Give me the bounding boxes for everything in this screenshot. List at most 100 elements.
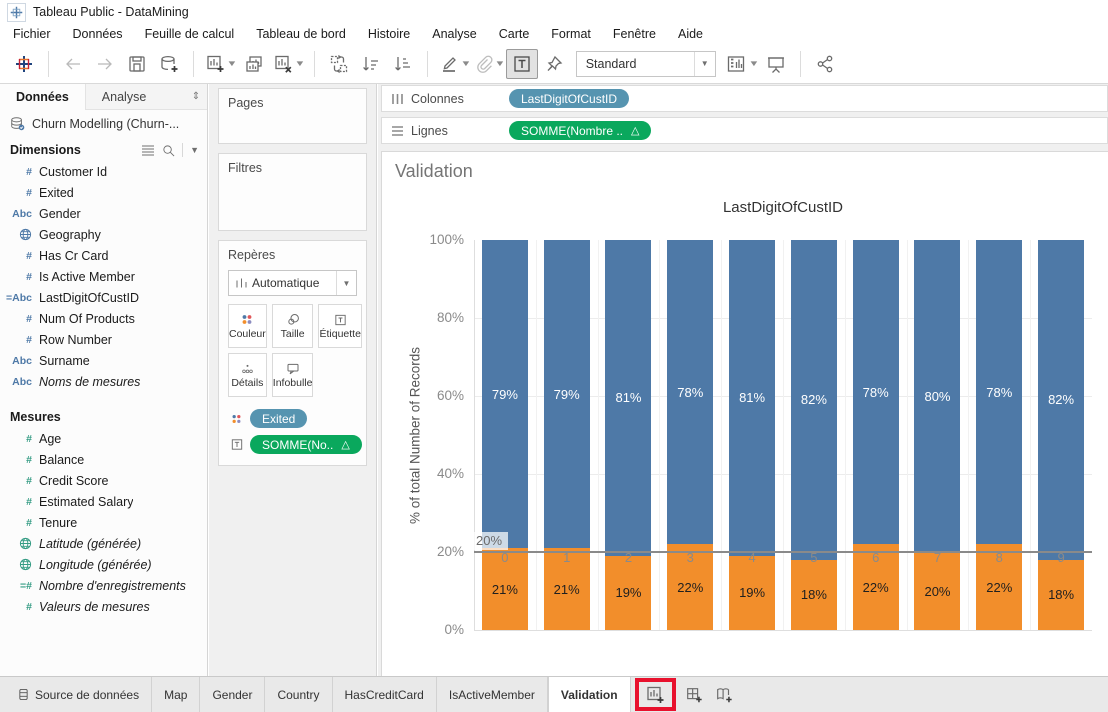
bar-segment-orange[interactable]: 19% [729, 556, 775, 630]
menu-histoire[interactable]: Histoire [357, 25, 421, 43]
bar-segment-orange[interactable]: 18% [791, 560, 837, 630]
menu-feuille-de-calcul[interactable]: Feuille de calcul [134, 25, 246, 43]
bar-segment-blue[interactable]: 81% [605, 240, 651, 556]
redo-button[interactable] [89, 49, 121, 79]
bar-segment-blue[interactable]: 78% [667, 240, 713, 544]
field-latitude-g-n-r-e[interactable]: Latitude (générée) [0, 533, 207, 554]
field-gender[interactable]: AbcGender [0, 203, 207, 224]
bar-segment-blue[interactable]: 82% [1038, 240, 1084, 560]
field-balance[interactable]: #Balance [0, 449, 207, 470]
field-has-cr-card[interactable]: #Has Cr Card [0, 245, 207, 266]
menu-donn-es[interactable]: Données [62, 25, 134, 43]
stacked-bar-3[interactable]: 78%22% [667, 240, 713, 630]
sheet-tab-gender[interactable]: Gender [200, 677, 265, 712]
paperclip-button[interactable]: ▼ [472, 49, 506, 79]
sheet-tab-hascreditcard[interactable]: HasCreditCard [333, 677, 437, 712]
marks-d-tails-button[interactable]: Détails [228, 353, 267, 397]
pill-exited[interactable]: Exited [250, 409, 307, 428]
field-surname[interactable]: AbcSurname [0, 350, 207, 371]
chevron-down-icon[interactable]: ▼ [190, 145, 199, 155]
undo-button[interactable] [57, 49, 89, 79]
chevron-down-icon[interactable]: ▼ [694, 52, 715, 76]
sheet-tab-country[interactable]: Country [265, 677, 332, 712]
new-worksheet-button[interactable]: ▼ [202, 49, 238, 79]
stacked-bar-1[interactable]: 79%21% [544, 240, 590, 630]
field-valeurs-de-mesures[interactable]: #Valeurs de mesures [0, 596, 207, 617]
sheet-tab-isactivemember[interactable]: IsActiveMember [437, 677, 548, 712]
field-row-number[interactable]: #Row Number [0, 329, 207, 350]
menu-tableau-de-bord[interactable]: Tableau de bord [245, 25, 357, 43]
stacked-bar-5[interactable]: 82%18% [791, 240, 837, 630]
new-worksheet-button[interactable] [640, 681, 670, 709]
sheet-tab-map[interactable]: Map [152, 677, 200, 712]
chevron-down-icon[interactable]: ▼ [336, 271, 356, 295]
new-dashboard-button[interactable] [679, 681, 709, 709]
pill-somme-no[interactable]: SOMME(No..△ [250, 435, 362, 454]
stacked-bar-2[interactable]: 81%19% [605, 240, 651, 630]
stacked-bar-9[interactable]: 82%18% [1038, 240, 1084, 630]
mark-type-dropdown[interactable]: Automatique ▼ [228, 270, 357, 296]
menu-carte[interactable]: Carte [488, 25, 541, 43]
search-icon[interactable] [162, 144, 175, 157]
pill-somme-nombre[interactable]: SOMME(Nombre ..△ [509, 121, 651, 140]
pages-shelf[interactable]: Pages [218, 88, 367, 144]
pane-swap-icon[interactable]: ⇕ [185, 84, 207, 110]
view-mode-dropdown[interactable]: Standard▼ [576, 51, 716, 77]
marks-taille-button[interactable]: Taille [272, 304, 314, 348]
field-credit-score[interactable]: #Credit Score [0, 470, 207, 491]
columns-shelf[interactable]: Colonnes LastDigitOfCustID [381, 85, 1108, 112]
presentation-mode-button[interactable] [760, 49, 792, 79]
bar-segment-blue[interactable]: 81% [729, 240, 775, 556]
field-age[interactable]: #Age [0, 428, 207, 449]
bar-segment-blue[interactable]: 79% [482, 240, 528, 548]
field-estimated-salary[interactable]: #Estimated Salary [0, 491, 207, 512]
tab-donnees[interactable]: Données [0, 84, 85, 110]
sort-ascending-button[interactable] [355, 49, 387, 79]
field-tenure[interactable]: #Tenure [0, 512, 207, 533]
reference-line[interactable] [474, 551, 1092, 553]
field-customer-id[interactable]: #Customer Id [0, 161, 207, 182]
field-nombre-d-enregistrements[interactable]: =#Nombre d'enregistrements [0, 575, 207, 596]
sort-descending-button[interactable] [387, 49, 419, 79]
menu-format[interactable]: Format [540, 25, 602, 43]
tableau-logo-button[interactable] [8, 49, 40, 79]
share-button[interactable] [809, 49, 841, 79]
save-button[interactable] [121, 49, 153, 79]
duplicate-sheet-button[interactable] [238, 49, 270, 79]
bar-segment-blue[interactable]: 79% [544, 240, 590, 548]
bar-segment-orange[interactable]: 19% [605, 556, 651, 630]
menu-fen-tre[interactable]: Fenêtre [602, 25, 667, 43]
sheet-tab-validation[interactable]: Validation [548, 677, 631, 712]
menu-aide[interactable]: Aide [667, 25, 714, 43]
field-lastdigitofcustid[interactable]: =AbcLastDigitOfCustID [0, 287, 207, 308]
show-mark-labels-button[interactable] [506, 49, 538, 79]
swap-axes-button[interactable] [323, 49, 355, 79]
stacked-bar-6[interactable]: 78%22% [853, 240, 899, 630]
field-is-active-member[interactable]: #Is Active Member [0, 266, 207, 287]
pin-button[interactable] [538, 49, 570, 79]
add-data-button[interactable] [153, 49, 185, 79]
show-me-button[interactable]: ▼ [722, 49, 760, 79]
field-exited[interactable]: #Exited [0, 182, 207, 203]
marks-couleur-button[interactable]: Couleur [228, 304, 267, 348]
menu-fichier[interactable]: Fichier [2, 25, 62, 43]
bar-segment-blue[interactable]: 82% [791, 240, 837, 560]
menu-analyse[interactable]: Analyse [421, 25, 487, 43]
stacked-bar-4[interactable]: 81%19% [729, 240, 775, 630]
field-noms-de-mesures[interactable]: AbcNoms de mesures [0, 371, 207, 392]
tab-analyse[interactable]: Analyse [85, 84, 185, 110]
view-as-list-icon[interactable] [141, 144, 155, 156]
stacked-bar-7[interactable]: 80%20% [914, 240, 960, 630]
highlight-button[interactable]: ▼ [436, 49, 472, 79]
marks-tiquette-button[interactable]: Étiquette [318, 304, 361, 348]
bar-segment-blue[interactable]: 78% [976, 240, 1022, 544]
field-geography[interactable]: Geography [0, 224, 207, 245]
pill-lastdigitofcustid[interactable]: LastDigitOfCustID [509, 89, 629, 108]
field-longitude-g-n-r-e[interactable]: Longitude (générée) [0, 554, 207, 575]
marks-infobulle-button[interactable]: Infobulle [272, 353, 314, 397]
stacked-bar-8[interactable]: 78%22% [976, 240, 1022, 630]
bar-segment-orange[interactable]: 18% [1038, 560, 1084, 630]
new-story-button[interactable] [709, 681, 739, 709]
bar-segment-blue[interactable]: 78% [853, 240, 899, 544]
clear-sheet-button[interactable]: ▼ [270, 49, 306, 79]
